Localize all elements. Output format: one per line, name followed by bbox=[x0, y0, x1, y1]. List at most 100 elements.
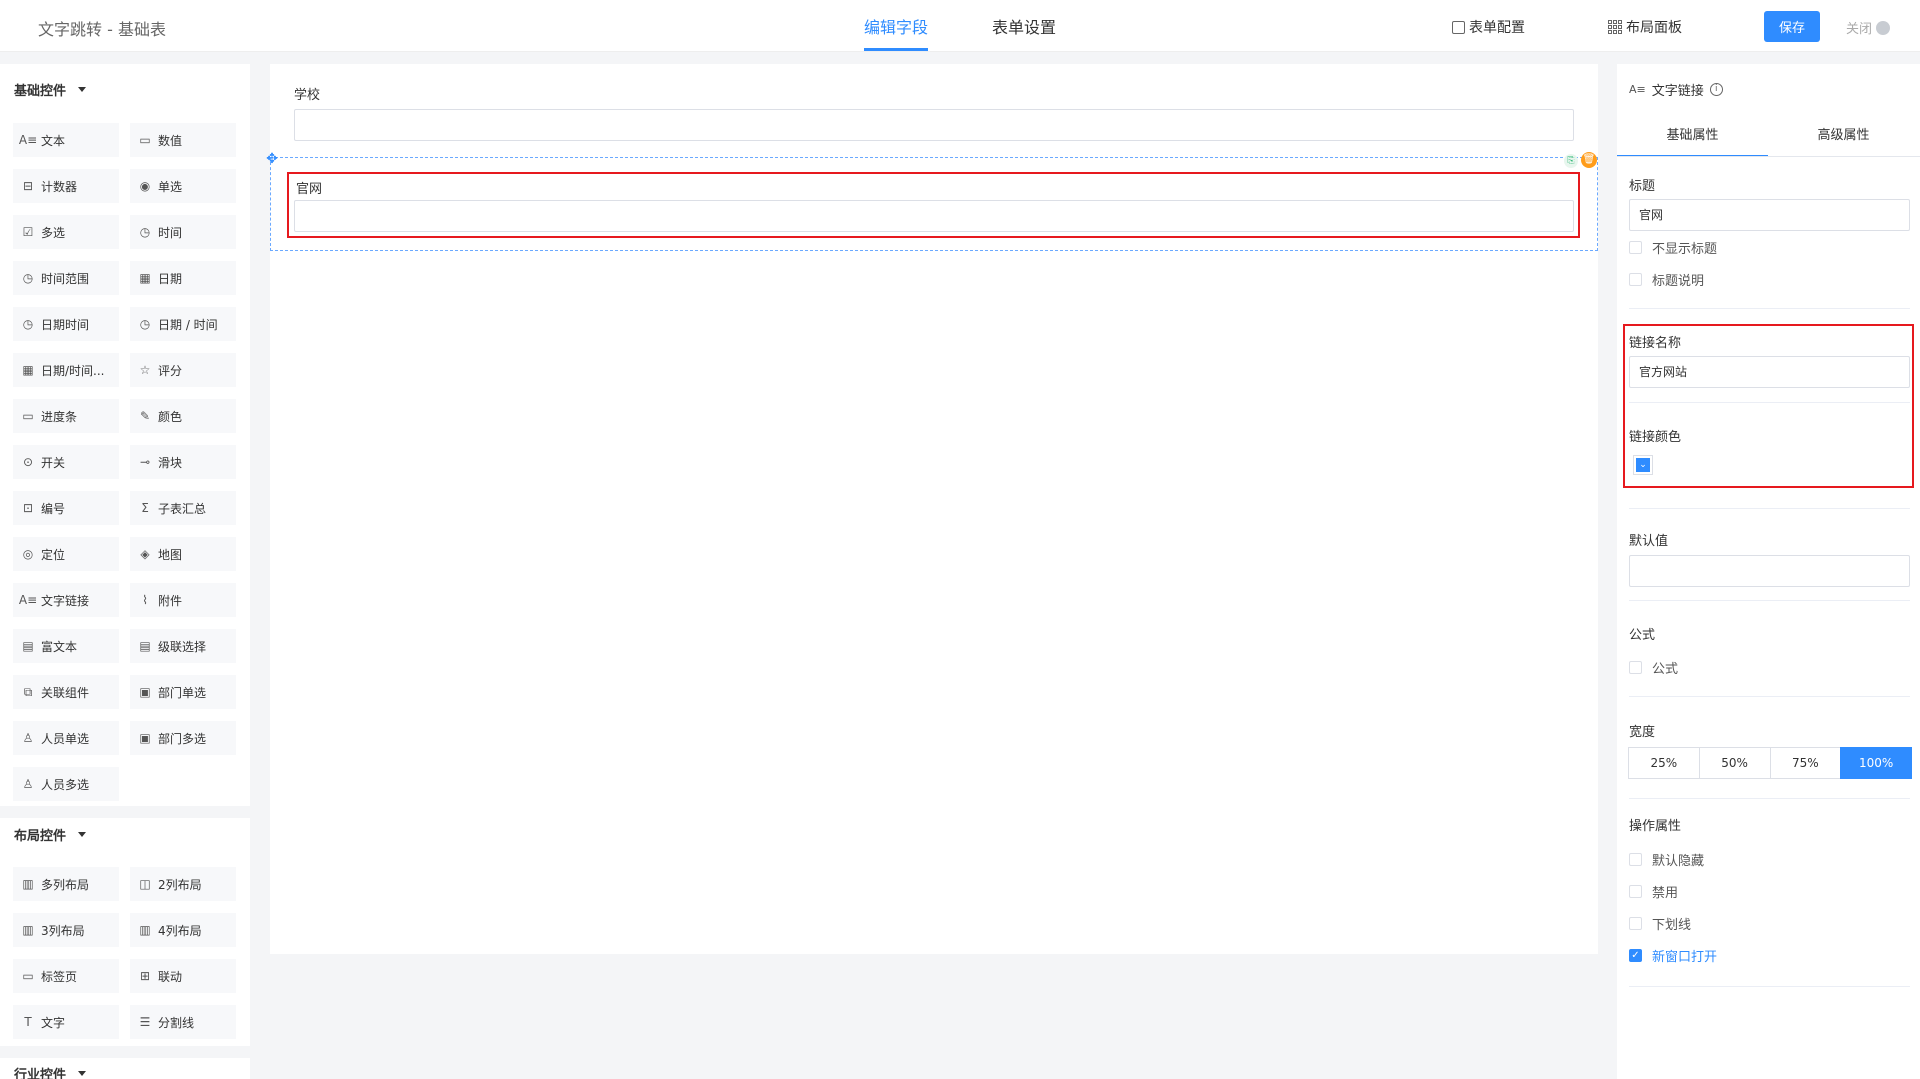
basic-control-item[interactable]: ☑ 多选 bbox=[13, 215, 119, 249]
layout-control-item[interactable]: ▥ 4列布局 bbox=[130, 913, 236, 947]
chevron-down-icon: ⌄ bbox=[1636, 458, 1650, 472]
tab-basic-props[interactable]: 基础属性 bbox=[1617, 124, 1768, 157]
field-website-input[interactable] bbox=[294, 200, 1574, 232]
tab-edit-fields[interactable]: 编辑字段 bbox=[864, 14, 929, 51]
width-75-button[interactable]: 75% bbox=[1769, 747, 1842, 779]
basic-control-item[interactable]: ◷ 时间范围 bbox=[13, 261, 119, 295]
basic-control-item[interactable]: ▤ 富文本 bbox=[13, 629, 119, 663]
info-icon[interactable]: i bbox=[1709, 83, 1723, 96]
layout-controls-title[interactable]: 布局控件 bbox=[14, 825, 87, 844]
basic-control-item[interactable]: ◎ 定位 bbox=[13, 537, 119, 571]
layout-control-item[interactable]: ▥ 3列布局 bbox=[13, 913, 119, 947]
basic-control-item-label: 定位 bbox=[41, 547, 66, 562]
link-color-picker[interactable]: ⌄ bbox=[1633, 455, 1653, 475]
field-school-input[interactable] bbox=[294, 109, 1574, 141]
width-50-button[interactable]: 50% bbox=[1698, 747, 1771, 779]
move-icon[interactable]: ✥ bbox=[265, 152, 279, 166]
basic-control-item[interactable]: ◷ 日期 / 时间 bbox=[130, 307, 236, 341]
formula-checkbox[interactable]: 公式 bbox=[1629, 658, 1678, 677]
basic-control-item[interactable]: ☆ 评分 bbox=[130, 353, 236, 387]
top-header: 文字跳转 - 基础表 编辑字段 表单设置 表单配置 布局面板 保存 关闭 bbox=[0, 0, 1920, 52]
control-icon: ♙ bbox=[22, 777, 34, 791]
layout-control-item[interactable]: ▭ 标签页 bbox=[13, 959, 119, 993]
control-icon: ▣ bbox=[139, 731, 151, 745]
hide-title-checkbox[interactable]: 不显示标题 bbox=[1629, 238, 1717, 257]
layout-control-item[interactable]: T 文字 bbox=[13, 1005, 119, 1039]
close-button[interactable]: 关闭 bbox=[1846, 18, 1891, 37]
control-icon: ◎ bbox=[22, 547, 34, 561]
basic-control-item[interactable]: ▦ 日期/时间... bbox=[13, 353, 119, 387]
basic-control-item-label: 编号 bbox=[41, 501, 66, 516]
basic-control-item[interactable]: ♙ 人员单选 bbox=[13, 721, 119, 755]
basic-control-item-label: 时间范围 bbox=[41, 271, 90, 286]
layout-control-item-label: 4列布局 bbox=[158, 923, 202, 938]
layout-control-item[interactable]: ◫ 2列布局 bbox=[130, 867, 236, 901]
basic-control-item-label: 富文本 bbox=[41, 639, 78, 654]
width-button-group: 25% 50% 75% 100% bbox=[1628, 747, 1912, 779]
layout-panel-button[interactable]: 布局面板 bbox=[1608, 17, 1682, 37]
basic-control-item[interactable]: ⌇ 附件 bbox=[130, 583, 236, 617]
control-icon: ⌇ bbox=[142, 593, 148, 607]
basic-control-item[interactable]: ▭ 数值 bbox=[130, 123, 236, 157]
basic-control-item[interactable]: ⊸ 滑块 bbox=[130, 445, 236, 479]
layout-control-item[interactable]: ⊞ 联动 bbox=[130, 959, 236, 993]
basic-control-item-label: 评分 bbox=[158, 363, 183, 378]
title-desc-checkbox[interactable]: 标题说明 bbox=[1629, 270, 1704, 289]
delete-icon[interactable]: 🗑 bbox=[1581, 152, 1597, 168]
basic-control-item[interactable]: Σ 子表汇总 bbox=[130, 491, 236, 525]
basic-control-item[interactable]: ✎ 颜色 bbox=[130, 399, 236, 433]
tab-form-settings[interactable]: 表单设置 bbox=[992, 14, 1056, 48]
tab-advanced-props[interactable]: 高级属性 bbox=[1768, 124, 1919, 155]
basic-control-item-label: 进度条 bbox=[41, 409, 78, 424]
basic-controls-title[interactable]: 基础控件 bbox=[14, 80, 87, 99]
layout-control-item[interactable]: ▥ 多列布局 bbox=[13, 867, 119, 901]
basic-control-item[interactable]: ▣ 部门单选 bbox=[130, 675, 236, 709]
control-icon: ▭ bbox=[22, 969, 34, 983]
basic-control-item[interactable]: ⊙ 开关 bbox=[13, 445, 119, 479]
title-input[interactable]: 官网 bbox=[1629, 199, 1910, 231]
layout-control-item[interactable]: ☰ 分割线 bbox=[130, 1005, 236, 1039]
control-icon: Σ bbox=[141, 501, 149, 515]
form-config-button[interactable]: 表单配置 bbox=[1452, 17, 1525, 37]
width-100-button[interactable]: 100% bbox=[1840, 747, 1912, 779]
basic-control-item[interactable]: ▭ 进度条 bbox=[13, 399, 119, 433]
default-value-input[interactable] bbox=[1629, 555, 1910, 587]
divider bbox=[1629, 308, 1910, 309]
basic-control-item-label: 单选 bbox=[158, 179, 183, 194]
basic-control-item[interactable]: ◉ 单选 bbox=[130, 169, 236, 203]
basic-control-item[interactable]: ▤ 级联选择 bbox=[130, 629, 236, 663]
new-window-checkbox[interactable]: ✓ 新窗口打开 bbox=[1629, 946, 1717, 965]
basic-control-item[interactable]: ◷ 日期时间 bbox=[13, 307, 119, 341]
control-icon: ⧉ bbox=[23, 684, 33, 699]
app-title: 文字跳转 - 基础表 bbox=[38, 20, 166, 39]
basic-control-item[interactable]: A≡ 文本 bbox=[13, 123, 119, 157]
disabled-checkbox[interactable]: 禁用 bbox=[1629, 882, 1678, 901]
basic-control-item[interactable]: ⧉ 关联组件 bbox=[13, 675, 119, 709]
link-name-input[interactable]: 官方网站 bbox=[1629, 356, 1910, 388]
width-25-button[interactable]: 25% bbox=[1628, 747, 1700, 779]
basic-control-item[interactable]: ◷ 时间 bbox=[130, 215, 236, 249]
basic-control-item[interactable]: ▦ 日期 bbox=[130, 261, 236, 295]
basic-control-item-label: 计数器 bbox=[41, 179, 78, 194]
basic-control-item[interactable]: ♙ 人员多选 bbox=[13, 767, 119, 801]
basic-control-item[interactable]: ▣ 部门多选 bbox=[130, 721, 236, 755]
save-button[interactable]: 保存 bbox=[1764, 11, 1820, 42]
grid-icon bbox=[1608, 20, 1622, 34]
underline-checkbox[interactable]: 下划线 bbox=[1629, 914, 1691, 933]
control-icon: T bbox=[24, 1015, 32, 1029]
basic-control-item[interactable]: ◈ 地图 bbox=[130, 537, 236, 571]
basic-control-item[interactable]: ⊟ 计数器 bbox=[13, 169, 119, 203]
width-label: 宽度 bbox=[1629, 725, 1656, 740]
industry-controls-title[interactable]: 行业控件 bbox=[14, 1064, 87, 1079]
copy-icon[interactable]: ⎘ bbox=[1564, 154, 1578, 168]
layout-panel-label: 布局面板 bbox=[1626, 20, 1682, 36]
default-hidden-checkbox[interactable]: 默认隐藏 bbox=[1629, 850, 1704, 869]
divider bbox=[1629, 600, 1910, 601]
basic-control-item-label: 级联选择 bbox=[158, 639, 207, 654]
control-icon: ⊟ bbox=[22, 179, 34, 193]
basic-control-item-label: 文本 bbox=[41, 133, 66, 148]
form-config-icon bbox=[1452, 20, 1465, 34]
basic-control-item[interactable]: A≡ 文字链接 bbox=[13, 583, 119, 617]
layout-control-item-label: 分割线 bbox=[158, 1015, 195, 1030]
basic-control-item[interactable]: ⊡ 编号 bbox=[13, 491, 119, 525]
